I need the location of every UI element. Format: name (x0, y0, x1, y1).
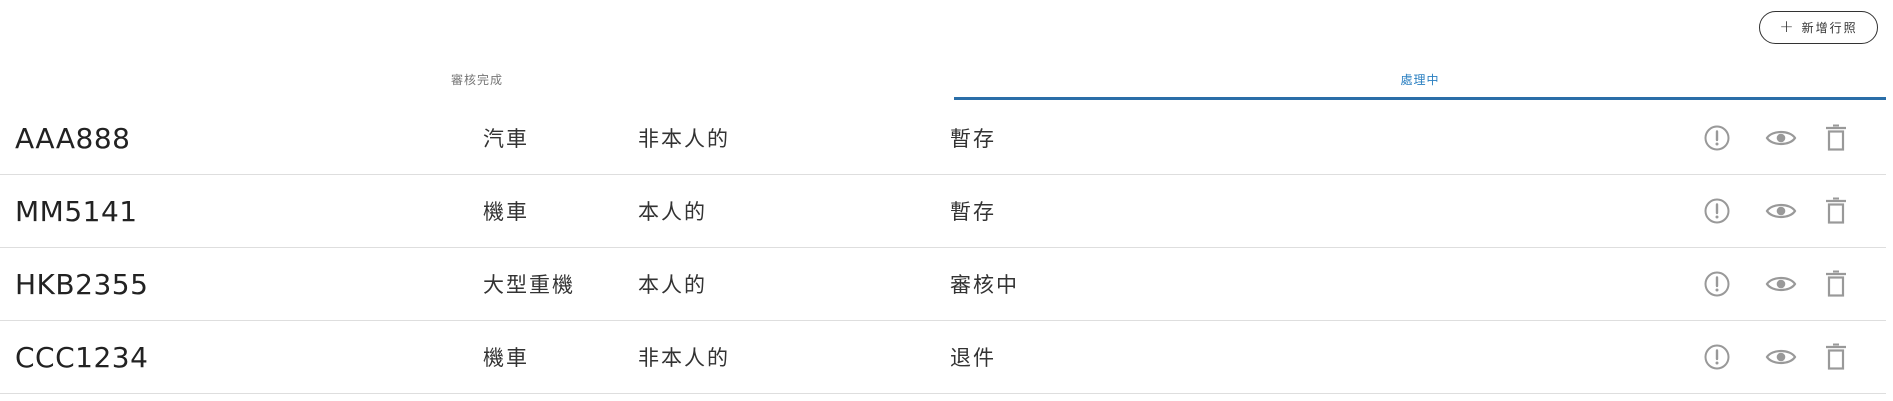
owner-type: 本人的 (638, 273, 707, 297)
eye-icon[interactable] (1763, 339, 1799, 375)
info-icon[interactable] (1699, 193, 1735, 229)
info-icon[interactable] (1699, 266, 1735, 302)
table-row: AAA888 汽車 非本人的 暫存 (0, 102, 1886, 175)
tab-bar: 審核完成 處理中 (0, 60, 1893, 100)
table-row: HKB2355 大型重機 本人的 審核中 (0, 248, 1886, 321)
license-list: AAA888 汽車 非本人的 暫存 MM5141 機車 本人的 暫存 HKB23… (0, 102, 1886, 394)
eye-icon[interactable] (1763, 266, 1799, 302)
plate-number: AAA888 (15, 121, 131, 155)
license-list-page: + 新增行照 審核完成 處理中 AAA888 汽車 非本人的 暫存 MM5141… (0, 0, 1893, 401)
vehicle-type: 大型重機 (483, 273, 575, 297)
trash-icon[interactable] (1818, 120, 1854, 156)
info-icon[interactable] (1699, 339, 1735, 375)
active-tab-indicator (954, 97, 1886, 100)
status-text: 審核中 (950, 273, 1019, 297)
vehicle-type: 機車 (483, 346, 529, 370)
status-text: 暫存 (950, 127, 996, 151)
add-license-label: 新增行照 (1801, 21, 1858, 35)
plus-icon: + (1779, 17, 1794, 37)
status-text: 暫存 (950, 200, 996, 224)
trash-icon[interactable] (1818, 266, 1854, 302)
vehicle-type: 機車 (483, 200, 529, 224)
table-row: MM5141 機車 本人的 暫存 (0, 175, 1886, 248)
add-license-button[interactable]: + 新增行照 (1759, 11, 1878, 44)
tab-processing[interactable]: 處理中 (954, 60, 1886, 99)
plate-number: CCC1234 (15, 340, 149, 374)
info-icon[interactable] (1699, 120, 1735, 156)
trash-icon[interactable] (1818, 339, 1854, 375)
vehicle-type: 汽車 (483, 127, 529, 151)
status-text: 退件 (950, 346, 996, 370)
eye-icon[interactable] (1763, 120, 1799, 156)
owner-type: 非本人的 (638, 346, 730, 370)
plate-number: HKB2355 (15, 267, 149, 301)
owner-type: 本人的 (638, 200, 707, 224)
table-row: CCC1234 機車 非本人的 退件 (0, 321, 1886, 394)
tab-review-complete[interactable]: 審核完成 (0, 60, 954, 99)
eye-icon[interactable] (1763, 193, 1799, 229)
trash-icon[interactable] (1818, 193, 1854, 229)
owner-type: 非本人的 (638, 127, 730, 151)
plate-number: MM5141 (15, 194, 138, 228)
